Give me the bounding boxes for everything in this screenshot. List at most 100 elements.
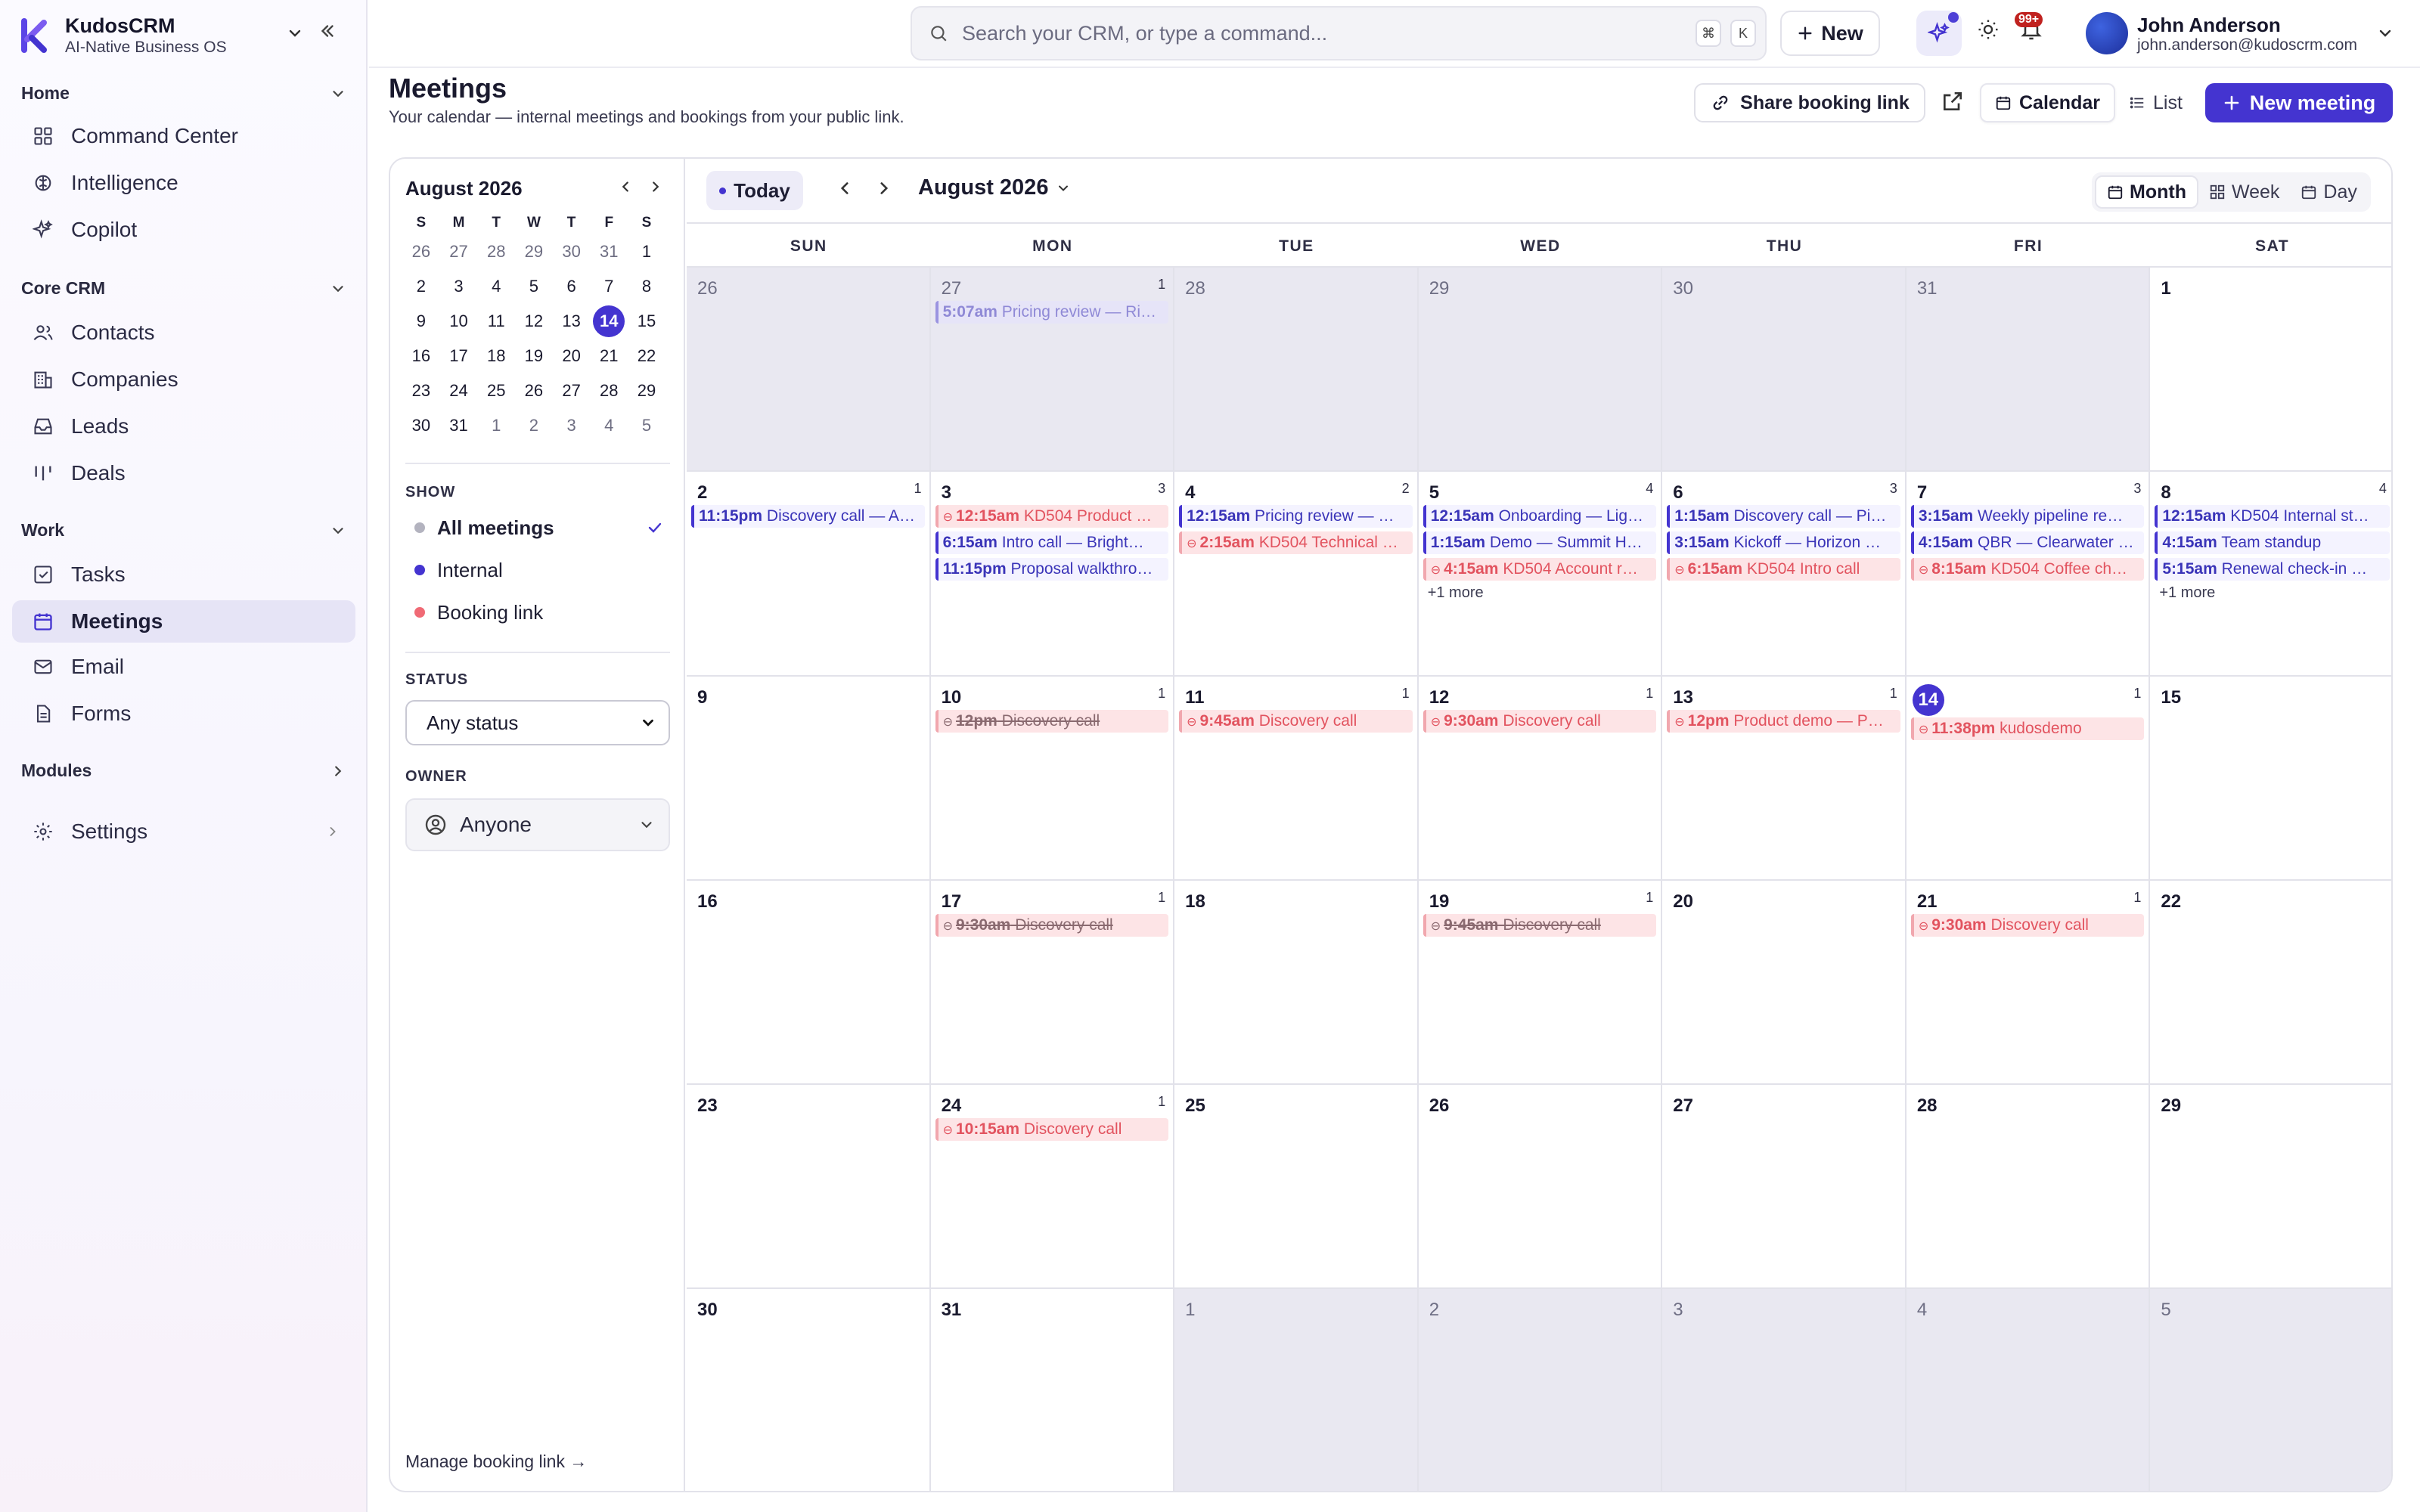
sidebar-item-command-center[interactable]: Command Center — [12, 115, 355, 157]
mini-day[interactable]: 22 — [628, 346, 666, 366]
mini-day[interactable]: 31 — [590, 242, 628, 262]
calendar-event[interactable]: 5:15am Renewal check-in … — [2155, 558, 2390, 581]
day-cell[interactable]: 2 1 11:15pm Discovery call — A… — [687, 472, 931, 677]
day-cell[interactable]: 9 — [687, 676, 931, 881]
external-link-icon[interactable] — [1941, 89, 1965, 117]
day-cell[interactable]: 16 — [687, 880, 931, 1086]
calendar-event[interactable]: 4:15am QBR — Clearwater … — [1910, 531, 2145, 555]
day-cell[interactable]: 14 1 ⊖ 11:38pm kudosdemo — [1906, 676, 2151, 881]
day-cell[interactable]: 27 1 5:07am Pricing review — Ri… — [930, 268, 1175, 472]
calendar-event[interactable]: 5:07am Pricing review — Ri… — [935, 301, 1169, 324]
mini-day[interactable]: 14 — [590, 305, 628, 337]
sidebar-item-tasks[interactable]: Tasks — [12, 553, 355, 596]
day-cell[interactable]: 7 3 3:15am Weekly pipeline re… 4:15am QBR —… — [1906, 472, 2151, 677]
day-cell[interactable]: 4 2 12:15am Pricing review — … ⊖ 2:15am KD50… — [1174, 472, 1419, 677]
calendar-event[interactable]: ⊖ 2:15am KD504 Technical … — [1179, 531, 1413, 555]
calendar-event[interactable]: ⊖ 9:30am Discovery call — [1423, 709, 1657, 733]
day-cell[interactable]: 1 — [2150, 268, 2391, 472]
user-name[interactable]: John Anderson — [2137, 14, 2281, 37]
month-picker[interactable]: August 2026 — [918, 175, 1071, 200]
day-cell[interactable]: 22 — [2150, 880, 2391, 1086]
calendar-event[interactable]: 6:15am Intro call — Bright… — [935, 531, 1169, 555]
day-cell[interactable]: 6 3 1:15am Discovery call — Pi… 3:15am Kick… — [1662, 472, 1907, 677]
mini-day[interactable]: 6 — [553, 277, 591, 296]
new-meeting-button[interactable]: New meeting — [2205, 83, 2393, 122]
calendar-event[interactable]: ⊖ 12pm Discovery call — [935, 709, 1169, 733]
sun-icon[interactable] — [1977, 18, 2000, 45]
status-select[interactable]: Any status — [405, 700, 670, 745]
calendar-event[interactable]: ⊖ 6:15am KD504 Intro call — [1667, 558, 1900, 581]
mini-day[interactable]: 7 — [590, 277, 628, 296]
sidebar-item-copilot[interactable]: Copilot — [12, 209, 355, 251]
day-cell[interactable]: 31 — [930, 1289, 1175, 1491]
mini-day[interactable]: 26 — [515, 381, 553, 401]
brand[interactable]: KudosCRM AI-Native Business OS — [18, 12, 351, 59]
day-cell[interactable]: 30 — [687, 1289, 931, 1491]
mini-day[interactable]: 25 — [477, 381, 515, 401]
chevron-right-icon[interactable] — [874, 178, 894, 202]
more-events-link[interactable]: +1 more — [2155, 584, 2390, 602]
day-cell[interactable]: 21 1 ⊖ 9:30am Discovery call — [1906, 880, 2151, 1086]
view-list-button[interactable]: List — [2115, 83, 2196, 122]
section-work[interactable]: Work — [21, 520, 346, 541]
sidebar-item-intelligence[interactable]: Intelligence — [12, 162, 355, 204]
day-cell[interactable]: 13 1 ⊖ 12pm Product demo — P… — [1662, 676, 1907, 881]
day-cell[interactable]: 15 — [2150, 676, 2391, 881]
sidebar-item-leads[interactable]: Leads — [12, 405, 355, 448]
sidebar-item-contacts[interactable]: Contacts — [12, 311, 355, 354]
chevron-left-icon[interactable] — [617, 178, 634, 199]
mini-day[interactable]: 2 — [515, 416, 553, 435]
search-bar[interactable]: Search your CRM, or type a command... ⌘ … — [911, 6, 1767, 60]
mini-day[interactable]: 29 — [515, 242, 553, 262]
mini-day[interactable]: 27 — [440, 242, 478, 262]
ai-assistant-button[interactable] — [1916, 11, 1962, 56]
sidebar-item-deals[interactable]: Deals — [12, 452, 355, 494]
day-cell[interactable]: 12 1 ⊖ 9:30am Discovery call — [1418, 676, 1663, 881]
mini-day[interactable]: 17 — [440, 346, 478, 366]
day-cell[interactable]: 29 — [1418, 268, 1663, 472]
sidebar-item-email[interactable]: Email — [12, 646, 355, 688]
calendar-event[interactable]: 11:15pm Proposal walkthro… — [935, 558, 1169, 581]
mini-day[interactable]: 27 — [553, 381, 591, 401]
day-cell[interactable]: 26 — [1418, 1085, 1663, 1290]
calendar-event[interactable]: 12:15am KD504 Internal st… — [2155, 505, 2390, 528]
day-cell[interactable]: 3 — [1662, 1289, 1907, 1491]
mini-day[interactable]: 20 — [553, 346, 591, 366]
calendar-event[interactable]: ⊖ 9:45am Discovery call — [1179, 709, 1413, 733]
day-cell[interactable]: 25 — [1174, 1085, 1419, 1290]
calendar-event[interactable]: 12:15am Pricing review — … — [1179, 505, 1413, 528]
mini-day[interactable]: 10 — [440, 311, 478, 331]
sidebar-item-settings[interactable]: Settings — [12, 810, 355, 853]
mini-day[interactable]: 11 — [477, 311, 515, 331]
day-cell[interactable]: 5 4 12:15am Onboarding — Lig… 1:15am Demo —… — [1418, 472, 1663, 677]
mini-day[interactable]: 18 — [477, 346, 515, 366]
section-modules[interactable]: Modules — [21, 761, 346, 781]
chevron-right-icon[interactable] — [647, 178, 664, 199]
today-button[interactable]: Today — [706, 171, 803, 210]
mini-day[interactable]: 28 — [590, 381, 628, 401]
mini-day[interactable]: 5 — [628, 416, 666, 435]
filter-booking-link[interactable]: Booking link — [414, 597, 664, 627]
mini-day[interactable]: 23 — [402, 381, 440, 401]
chevron-left-icon[interactable] — [835, 178, 855, 202]
day-cell[interactable]: 20 — [1662, 880, 1907, 1086]
mini-day[interactable]: 3 — [440, 277, 478, 296]
calendar-event[interactable]: ⊖ 9:30am Discovery call — [935, 913, 1169, 937]
mini-day[interactable]: 1 — [628, 242, 666, 262]
mini-day[interactable]: 29 — [628, 381, 666, 401]
chevron-down-icon[interactable] — [2376, 24, 2394, 46]
mini-day[interactable]: 4 — [590, 416, 628, 435]
day-cell[interactable]: 10 1 ⊖ 12pm Discovery call — [930, 676, 1175, 881]
calendar-event[interactable]: ⊖ 9:45am Discovery call — [1423, 913, 1657, 937]
day-cell[interactable]: 8 4 12:15am KD504 Internal st… 4:15am Team … — [2150, 472, 2391, 677]
mini-day[interactable]: 9 — [402, 311, 440, 331]
mini-day[interactable]: 4 — [477, 277, 515, 296]
avatar[interactable] — [2086, 12, 2128, 54]
calendar-event[interactable]: ⊖ 11:38pm kudosdemo — [1910, 717, 2145, 740]
section-home[interactable]: Home — [21, 83, 346, 104]
mini-day[interactable]: 15 — [628, 311, 666, 331]
mini-day[interactable]: 2 — [402, 277, 440, 296]
mini-day[interactable]: 30 — [402, 416, 440, 435]
range-day-button[interactable]: Day — [2290, 175, 2367, 209]
calendar-event[interactable]: ⊖ 8:15am KD504 Coffee ch… — [1910, 558, 2145, 581]
